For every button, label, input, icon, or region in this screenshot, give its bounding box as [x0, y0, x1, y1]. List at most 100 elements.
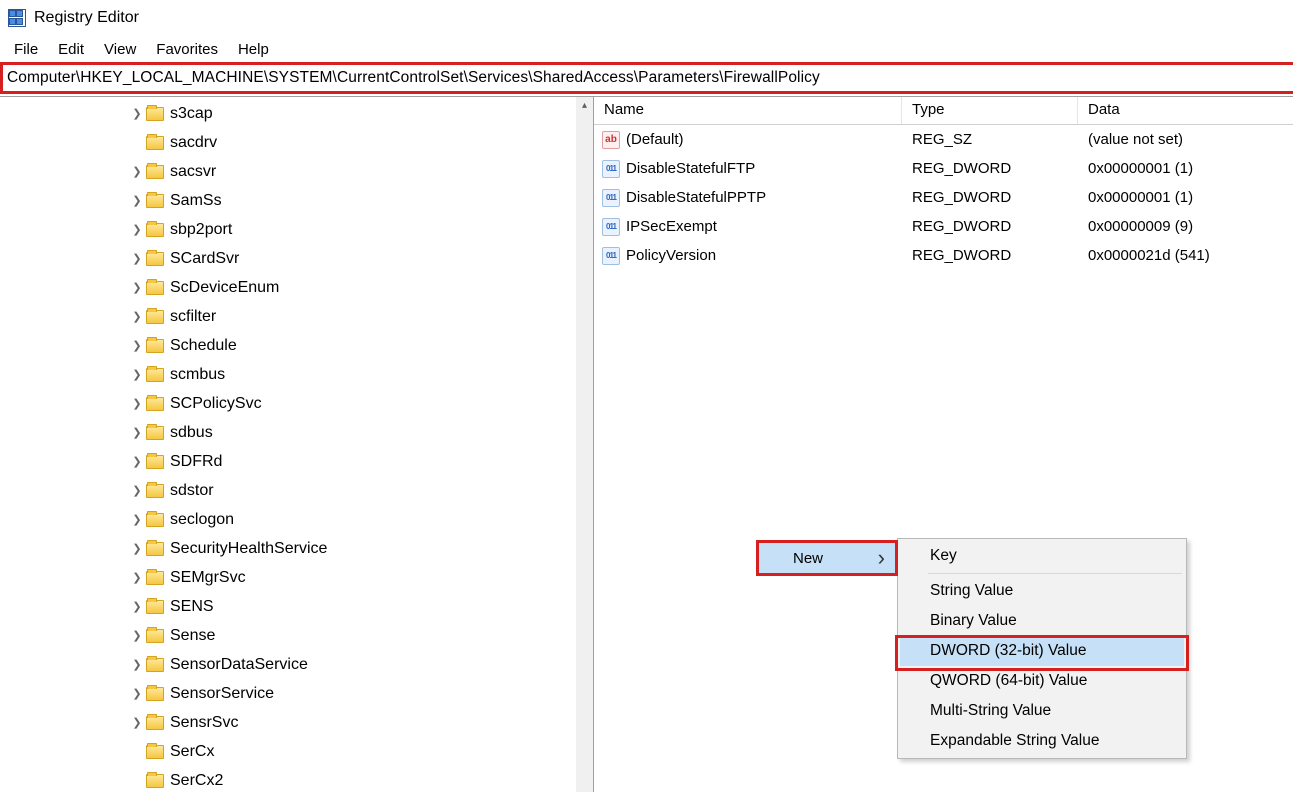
column-type[interactable]: Type [902, 97, 1078, 124]
tree-label: sacdrv [170, 134, 217, 152]
expand-icon[interactable]: ❯ [130, 542, 144, 555]
expand-icon[interactable]: ❯ [130, 397, 144, 410]
menu-item-qword[interactable]: QWORD (64-bit) Value [900, 666, 1184, 696]
value-name: IPSecExempt [626, 218, 717, 235]
menu-item-key[interactable]: Key [900, 541, 1184, 571]
tree-item[interactable]: SerCx [0, 737, 593, 766]
tree-item[interactable]: ❯ ScDeviceEnum [0, 273, 593, 302]
tree-item[interactable]: ❯SecurityHealthService [0, 534, 593, 563]
tree-label: SensorService [170, 685, 274, 703]
tree-label: ScDeviceEnum [170, 279, 279, 297]
folder-icon [146, 484, 164, 498]
value-row[interactable]: 011PolicyVersionREG_DWORD0x0000021d (541… [594, 241, 1293, 270]
tree-item[interactable]: ❯scmbus [0, 360, 593, 389]
value-name: (Default) [626, 131, 684, 148]
expand-icon[interactable]: ❯ [130, 165, 144, 178]
tree-item[interactable]: ❯SensorDataService [0, 650, 593, 679]
tree-label: SCardSvr [170, 250, 239, 268]
expand-icon[interactable]: ❯ [130, 455, 144, 468]
expand-icon[interactable]: ❯ [130, 629, 144, 642]
tree-label: sbp2port [170, 221, 232, 239]
tree-label: SEMgrSvc [170, 569, 246, 587]
tree-label: scfilter [170, 308, 216, 326]
expand-icon[interactable]: ❯ [130, 107, 144, 120]
expand-icon[interactable]: ❯ [130, 513, 144, 526]
value-row[interactable]: 011DisableStatefulFTPREG_DWORD0x00000001… [594, 154, 1293, 183]
menubar: File Edit View Favorites Help [0, 36, 1293, 62]
window-title: Registry Editor [34, 9, 139, 27]
value-row[interactable]: 011DisableStatefulPPTPREG_DWORD0x0000000… [594, 183, 1293, 212]
menu-view[interactable]: View [96, 39, 144, 60]
value-type: REG_DWORD [902, 189, 1078, 206]
folder-icon [146, 426, 164, 440]
tree-item[interactable]: ❯Schedule [0, 331, 593, 360]
value-name: PolicyVersion [626, 247, 716, 264]
address-path[interactable]: Computer\HKEY_LOCAL_MACHINE\SYSTEM\Curre… [3, 69, 824, 87]
tree-item[interactable]: sacdrv [0, 128, 593, 157]
folder-icon [146, 542, 164, 556]
tree-pane[interactable]: ❯s3capsacdrv❯sacsvr❯SamSs❯sbp2port❯SCard… [0, 97, 594, 792]
expand-icon[interactable]: ❯ [130, 194, 144, 207]
folder-icon [146, 223, 164, 237]
menu-item-string[interactable]: String Value [900, 576, 1184, 606]
expand-icon[interactable]: ❯ [130, 339, 144, 352]
menu-item-new[interactable]: New [759, 543, 895, 573]
value-type: REG_DWORD [902, 247, 1078, 264]
expand-icon[interactable]: ❯ [130, 281, 144, 294]
tree-scrollbar[interactable]: ▴ [576, 97, 593, 792]
tree-item[interactable]: ❯ scfilter [0, 302, 593, 331]
folder-icon [146, 339, 164, 353]
expand-icon[interactable]: ❯ [130, 571, 144, 584]
tree-label: SerCx [170, 743, 214, 761]
tree-item[interactable]: ❯ SensorService [0, 679, 593, 708]
tree-item[interactable]: ❯Sense [0, 621, 593, 650]
expand-icon[interactable]: ❯ [130, 600, 144, 613]
menu-item-dword[interactable]: DWORD (32-bit) Value [900, 636, 1184, 666]
tree-label: sdstor [170, 482, 214, 500]
tree-item[interactable]: ❯sacsvr [0, 157, 593, 186]
expand-icon[interactable]: ❯ [130, 716, 144, 729]
menu-file[interactable]: File [6, 39, 46, 60]
tree-item[interactable]: ❯SCPolicySvc [0, 389, 593, 418]
tree-item[interactable]: ❯s3cap [0, 99, 593, 128]
column-name[interactable]: Name [594, 97, 902, 124]
tree-item[interactable]: ❯ sdstor [0, 476, 593, 505]
expand-icon[interactable]: ❯ [130, 484, 144, 497]
menu-item-multistring[interactable]: Multi-String Value [900, 696, 1184, 726]
tree-item[interactable]: ❯ sbp2port [0, 215, 593, 244]
folder-icon [146, 571, 164, 585]
tree-item[interactable]: ❯SDFRd [0, 447, 593, 476]
value-data: 0x00000001 (1) [1078, 189, 1293, 206]
value-row[interactable]: ab(Default)REG_SZ(value not set) [594, 125, 1293, 154]
value-row[interactable]: 011IPSecExemptREG_DWORD0x00000009 (9) [594, 212, 1293, 241]
list-header[interactable]: Name Type Data [594, 97, 1293, 125]
folder-icon [146, 107, 164, 121]
context-submenu-new[interactable]: Key String Value Binary Value DWORD (32-… [897, 538, 1187, 759]
expand-icon[interactable]: ❯ [130, 310, 144, 323]
tree-item[interactable]: ❯SENS [0, 592, 593, 621]
value-type: REG_SZ [902, 131, 1078, 148]
context-menu-primary[interactable]: New [756, 540, 898, 576]
tree-item[interactable]: ❯SensrSvc [0, 708, 593, 737]
tree-item[interactable]: ❯sdbus [0, 418, 593, 447]
tree-item[interactable]: ❯seclogon [0, 505, 593, 534]
expand-icon[interactable]: ❯ [130, 368, 144, 381]
expand-icon[interactable]: ❯ [130, 658, 144, 671]
expand-icon[interactable]: ❯ [130, 252, 144, 265]
address-bar[interactable]: Computer\HKEY_LOCAL_MACHINE\SYSTEM\Curre… [0, 62, 1293, 94]
tree-item[interactable]: ❯ SCardSvr [0, 244, 593, 273]
tree-item[interactable]: SerCx2 [0, 766, 593, 792]
expand-icon[interactable]: ❯ [130, 687, 144, 700]
menu-favorites[interactable]: Favorites [148, 39, 226, 60]
menu-item-expstring[interactable]: Expandable String Value [900, 726, 1184, 756]
tree-item[interactable]: ❯ SEMgrSvc [0, 563, 593, 592]
scroll-up-icon[interactable]: ▴ [576, 97, 593, 114]
expand-icon[interactable]: ❯ [130, 223, 144, 236]
column-data[interactable]: Data [1078, 97, 1293, 124]
expand-icon[interactable]: ❯ [130, 426, 144, 439]
tree-item[interactable]: ❯SamSs [0, 186, 593, 215]
menu-help[interactable]: Help [230, 39, 277, 60]
menu-item-binary[interactable]: Binary Value [900, 606, 1184, 636]
menu-edit[interactable]: Edit [50, 39, 92, 60]
folder-icon [146, 600, 164, 614]
